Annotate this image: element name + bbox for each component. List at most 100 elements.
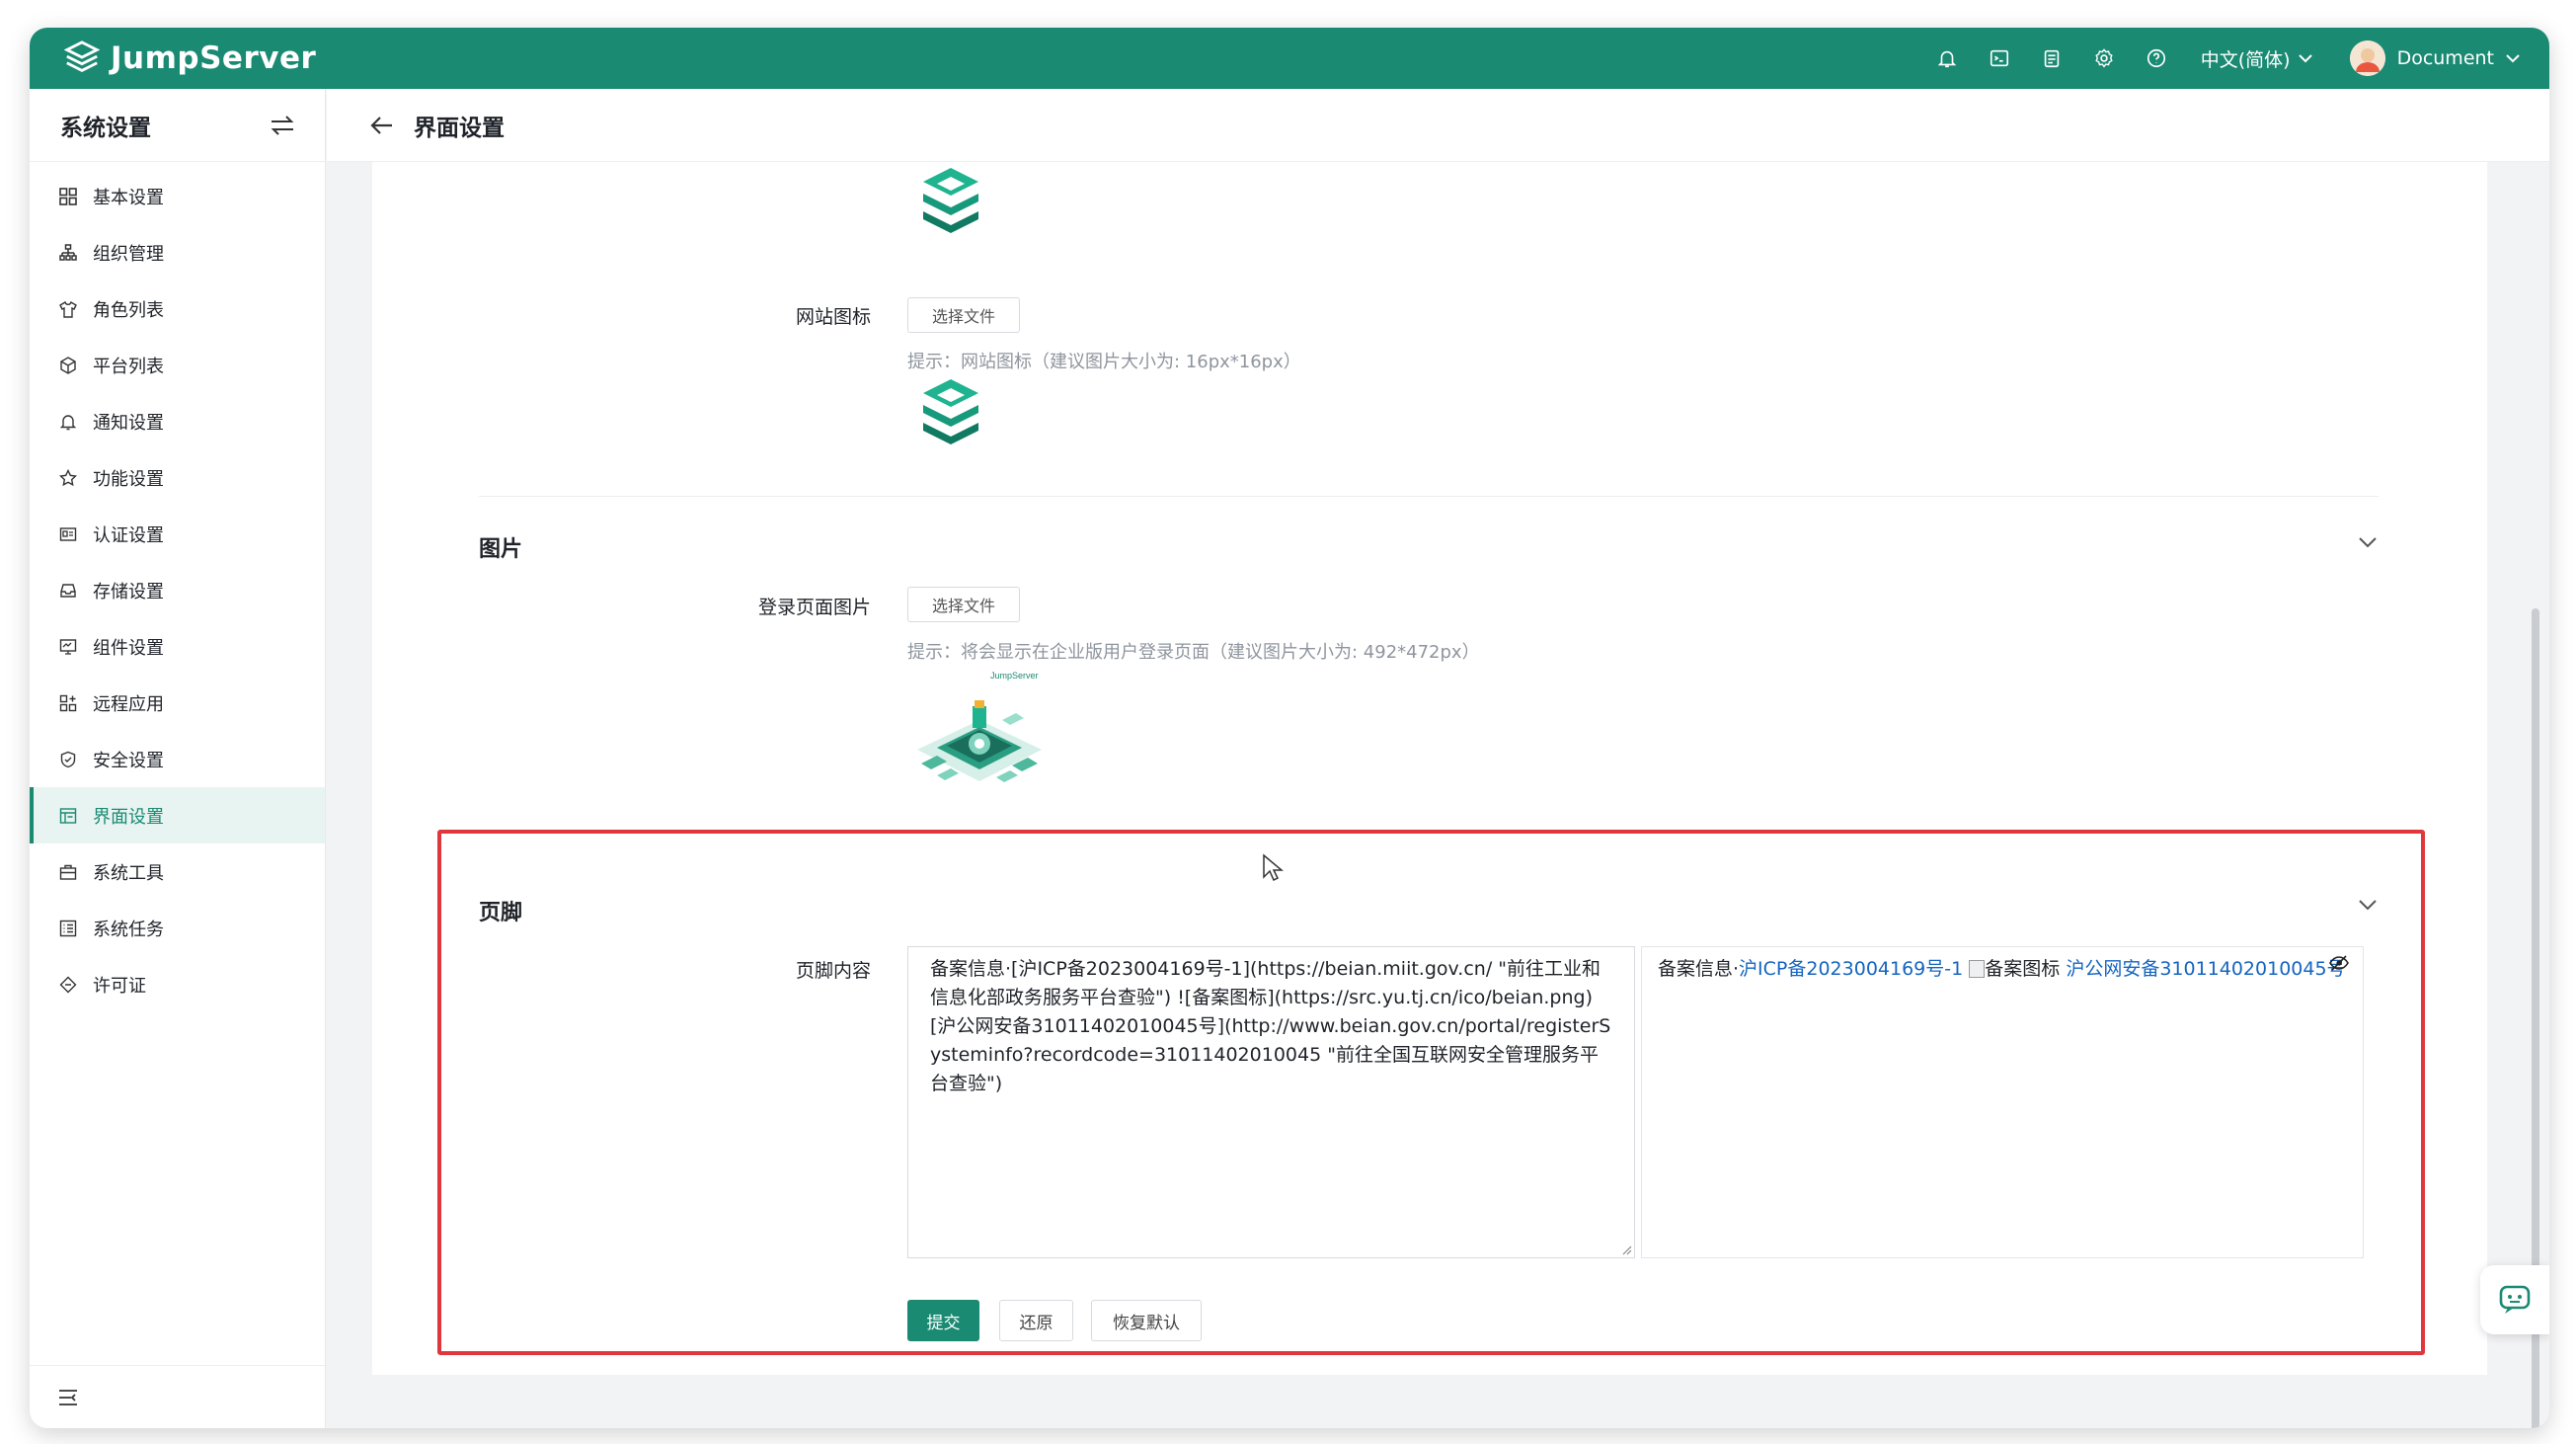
- preview-image-alt: 备案图标: [1985, 958, 2061, 980]
- apps-icon: [57, 692, 79, 714]
- preview-prefix: 备案信息·: [1658, 958, 1740, 980]
- help-icon[interactable]: [2131, 39, 2183, 78]
- sidebar-item-label: 基本设置: [93, 187, 164, 208]
- submit-button[interactable]: 提交: [907, 1300, 979, 1341]
- language-label: 中文(简体): [2200, 48, 2291, 71]
- chat-bot-icon: [2499, 1285, 2531, 1314]
- sidebar-item-notify[interactable]: 通知设置: [30, 393, 325, 449]
- favicon-hint: 提示：网站图标（建议图片大小为: 16px*16px）: [907, 352, 1301, 372]
- mouse-cursor-icon: [1263, 853, 1284, 882]
- sidebar-item-label: 功能设置: [93, 468, 164, 490]
- login-image-choose-file-button[interactable]: 选择文件: [907, 587, 1020, 622]
- shirt-icon: [57, 298, 79, 320]
- chat-assistant-button[interactable]: [2480, 1265, 2549, 1334]
- brand-name: JumpServer: [111, 40, 317, 76]
- sidebar-footer: [30, 1365, 325, 1428]
- footer-markdown-editor[interactable]: 备案信息·[沪ICP备2023004169号-1](https://beian.…: [907, 946, 1635, 1258]
- sidebar-item-storage[interactable]: 存储设置: [30, 562, 325, 618]
- logo-preview-image: [923, 168, 978, 233]
- eye-off-icon[interactable]: [2329, 955, 2349, 971]
- sidebar-item-label: 通知设置: [93, 412, 164, 434]
- chevron-down-icon: [2298, 54, 2312, 63]
- favicon-label: 网站图标: [795, 306, 871, 328]
- login-image-hint: 提示：将会显示在企业版用户登录页面（建议图片大小为: 492*472px）: [907, 642, 1480, 663]
- star-icon: [57, 467, 79, 489]
- sidebar-item-label: 平台列表: [93, 356, 164, 377]
- favicon-preview-image: [923, 379, 978, 444]
- chevron-down-icon[interactable]: [2358, 898, 2378, 912]
- settings-card: 网站图标 选择文件 提示：网站图标（建议图片大小为: 16px*16px） 图片…: [372, 162, 2487, 1375]
- chevron-down-icon[interactable]: [2358, 535, 2378, 549]
- page-title: 界面设置: [414, 115, 505, 141]
- police-record-link[interactable]: 沪公网安备31011402010045号: [2066, 958, 2345, 980]
- resize-handle-icon[interactable]: [1620, 1243, 1632, 1255]
- sidebar: 系统设置 基本设置 组织管理 角色列表 平台列表 通知设置 功能设置 认证设置 …: [30, 89, 326, 1428]
- sidebar-item-security[interactable]: 安全设置: [30, 731, 325, 787]
- sidebar-item-auth[interactable]: 认证设置: [30, 506, 325, 562]
- switch-icon[interactable]: [270, 115, 295, 136]
- sidebar-item-interface[interactable]: 界面设置: [30, 787, 325, 843]
- login-image-brand: JumpServer: [990, 671, 1039, 681]
- restore-default-button[interactable]: 恢复默认: [1091, 1300, 1202, 1341]
- org-icon: [57, 242, 79, 264]
- sidebar-item-label: 系统任务: [93, 919, 164, 940]
- sidebar-item-label: 组件设置: [93, 637, 164, 659]
- sidebar-item-components[interactable]: 组件设置: [30, 618, 325, 675]
- brand-logo[interactable]: JumpServer: [63, 40, 316, 77]
- sidebar-item-label: 安全设置: [93, 750, 164, 771]
- app-window: JumpServer 中文(简体) Document 系统设置 基本设置 组织管…: [30, 28, 2549, 1428]
- jumpserver-logo-icon: [63, 40, 101, 72]
- favicon-choose-file-button[interactable]: 选择文件: [907, 297, 1020, 333]
- sidebar-item-tools[interactable]: 系统工具: [30, 843, 325, 900]
- footer-markdown-text: 备案信息·[沪ICP备2023004169号-1](https://beian.…: [930, 958, 1611, 1094]
- sidebar-item-tasks[interactable]: 系统任务: [30, 900, 325, 956]
- user-name: Document: [2396, 47, 2494, 69]
- toolbox-icon: [57, 861, 79, 883]
- gear-icon[interactable]: [2078, 39, 2131, 78]
- collapse-menu-icon[interactable]: [57, 1388, 79, 1407]
- tasks-icon: [57, 918, 79, 939]
- user-menu[interactable]: Document: [2349, 40, 2520, 76]
- sidebar-item-platforms[interactable]: 平台列表: [30, 337, 325, 393]
- footer-preview: 备案信息·沪ICP备2023004169号-1 备案图标 沪公网安备310114…: [1641, 946, 2364, 1258]
- sidebar-item-basic[interactable]: 基本设置: [30, 168, 325, 224]
- sidebar-item-label: 系统工具: [93, 862, 164, 884]
- image-section-title: 图片: [479, 537, 523, 562]
- sidebar-item-label: 角色列表: [93, 299, 164, 321]
- layout-icon: [57, 805, 79, 827]
- language-selector[interactable]: 中文(简体): [2201, 45, 2312, 72]
- reset-button[interactable]: 还原: [999, 1300, 1073, 1341]
- sidebar-item-label: 界面设置: [93, 806, 164, 828]
- sidebar-item-label: 存储设置: [93, 581, 164, 602]
- sidebar-item-remote-apps[interactable]: 远程应用: [30, 675, 325, 731]
- cube-icon: [57, 355, 79, 376]
- sidebar-item-features[interactable]: 功能设置: [30, 449, 325, 506]
- footer-section-title: 页脚: [479, 901, 523, 925]
- clipboard-icon[interactable]: [2026, 39, 2078, 78]
- grid-icon: [57, 186, 79, 207]
- sidebar-item-license[interactable]: 许可证: [30, 956, 325, 1012]
- back-arrow-icon[interactable]: [370, 116, 394, 135]
- sidebar-item-org[interactable]: 组织管理: [30, 224, 325, 281]
- inbox-icon: [57, 580, 79, 602]
- sidebar-title: 系统设置: [60, 115, 151, 141]
- bell-icon[interactable]: [1921, 39, 1974, 78]
- sidebar-item-label: 认证设置: [93, 524, 164, 546]
- license-icon: [57, 974, 79, 996]
- sidebar-item-label: 许可证: [93, 975, 146, 997]
- terminal-icon[interactable]: [1974, 39, 2026, 78]
- top-bar: JumpServer 中文(简体) Document: [30, 28, 2549, 89]
- sidebar-item-roles[interactable]: 角色列表: [30, 281, 325, 337]
- sidebar-menu: 基本设置 组织管理 角色列表 平台列表 通知设置 功能设置 认证设置 存储设置 …: [30, 162, 325, 1012]
- chevron-down-icon: [2506, 54, 2520, 63]
- footer-content-label: 页脚内容: [795, 960, 871, 982]
- page-header: 界面设置: [327, 89, 2549, 162]
- login-image-label: 登录页面图片: [757, 597, 871, 618]
- bell-icon: [57, 411, 79, 433]
- monitor-icon: [57, 636, 79, 658]
- section-divider: [479, 496, 2379, 497]
- id-card-icon: [57, 523, 79, 545]
- avatar: [2349, 40, 2385, 76]
- sidebar-header: 系统设置: [30, 89, 325, 162]
- icp-link[interactable]: 沪ICP备2023004169号-1: [1739, 958, 1963, 980]
